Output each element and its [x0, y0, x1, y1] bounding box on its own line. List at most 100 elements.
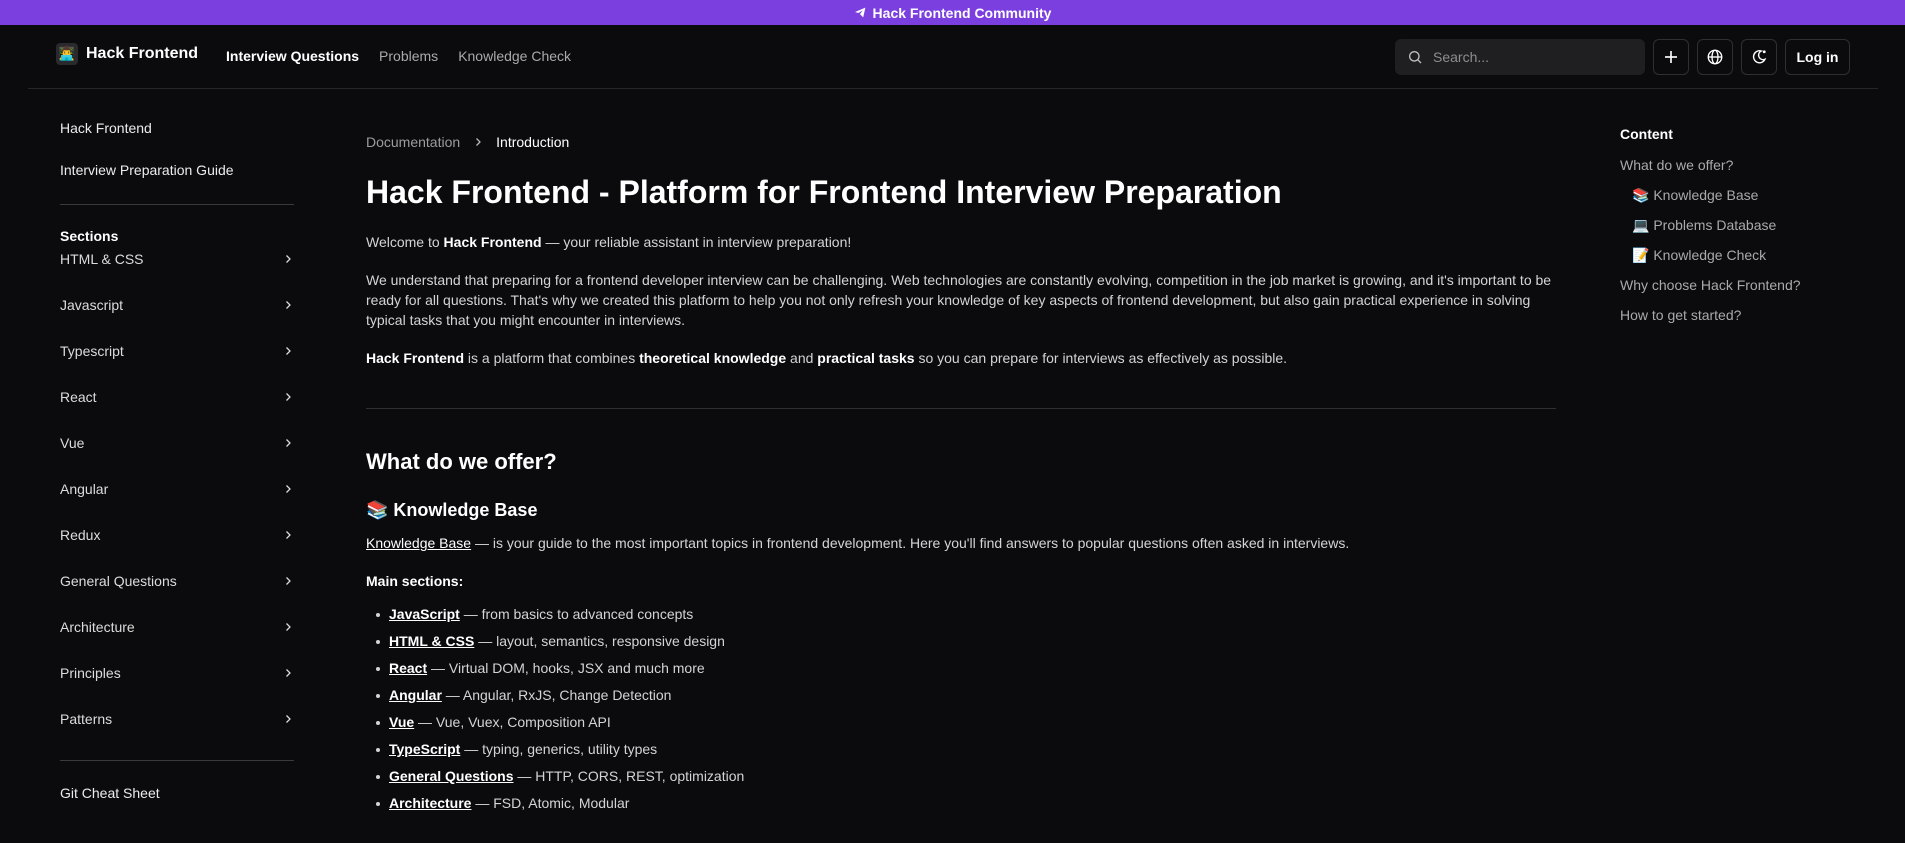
sidebar-item-label: Angular: [60, 481, 109, 497]
sidebar-item-label: Principles: [60, 665, 121, 681]
main-sections-label: Main sections:: [366, 571, 1556, 591]
chevron-right-icon: [286, 715, 291, 723]
sidebar: Hack Frontend Interview Preparation Guid…: [60, 120, 294, 805]
toc-title: Content: [1620, 126, 1673, 142]
section-desc: — Virtual DOM, hooks, JSX and much more: [427, 660, 705, 676]
section-link-javascript[interactable]: JavaScript: [389, 606, 460, 622]
brand-logo-link[interactable]: 👨‍💻 Hack Frontend: [56, 43, 198, 65]
list-item: Architecture — FSD, Atomic, Modular: [366, 790, 1556, 817]
chevron-right-icon: [286, 669, 291, 677]
sidebar-link-preparation-guide[interactable]: Interview Preparation Guide: [60, 162, 294, 182]
main-nav: Interview Questions Problems Knowledge C…: [226, 48, 571, 64]
section-link-general-questions[interactable]: General Questions: [389, 768, 513, 784]
list-item: HTML & CSS — layout, semantics, responsi…: [366, 628, 1556, 655]
chevron-right-icon: [286, 577, 291, 585]
sidebar-divider: [60, 760, 294, 761]
banner-text: Hack Frontend Community: [872, 4, 1052, 21]
toc-item-problems-database[interactable]: 💻 Problems Database: [1620, 210, 1860, 240]
knowledge-base-text: — is your guide to the most important to…: [471, 535, 1350, 551]
sidebar-sections-list: HTML & CSS Javascript Typescript React V…: [60, 236, 294, 742]
add-button[interactable]: [1653, 39, 1689, 75]
community-banner[interactable]: Hack Frontend Community: [0, 0, 1905, 25]
toc-item-how-to-start[interactable]: How to get started?: [1620, 300, 1860, 330]
sidebar-divider: [60, 204, 294, 205]
chevron-right-icon: [286, 393, 291, 401]
main-content: Documentation Introduction Hack Frontend…: [366, 132, 1556, 817]
chevron-right-icon: [476, 138, 482, 146]
language-button[interactable]: [1697, 39, 1733, 75]
sidebar-item-label: Vue: [60, 435, 85, 451]
globe-icon: [1707, 49, 1723, 65]
toc-item-why-choose[interactable]: Why choose Hack Frontend?: [1620, 270, 1860, 300]
breadcrumb-documentation[interactable]: Documentation: [366, 134, 460, 150]
section-desc: — Vue, Vuex, Composition API: [414, 714, 611, 730]
sidebar-link-git-cheat-sheet[interactable]: Git Cheat Sheet: [60, 785, 294, 805]
sidebar-item-vue[interactable]: Vue: [60, 420, 294, 466]
nav-knowledge-check[interactable]: Knowledge Check: [458, 48, 571, 64]
section-link-react[interactable]: React: [389, 660, 427, 676]
section-link-angular[interactable]: Angular: [389, 687, 442, 703]
platform-text: so you can prepare for interviews as eff…: [914, 350, 1288, 366]
chevron-right-icon: [286, 485, 291, 493]
chevron-right-icon: [286, 623, 291, 631]
knowledge-base-link[interactable]: Knowledge Base: [366, 535, 471, 551]
toc-item-knowledge-check[interactable]: 📝 Knowledge Check: [1620, 240, 1860, 270]
sidebar-item-javascript[interactable]: Javascript: [60, 282, 294, 328]
platform-text: is a platform that combines: [464, 350, 640, 366]
main-sections-bold: Main sections:: [366, 573, 464, 589]
sidebar-item-angular[interactable]: Angular: [60, 466, 294, 512]
sidebar-item-label: General Questions: [60, 573, 177, 589]
section-link-vue[interactable]: Vue: [389, 714, 414, 730]
section-link-architecture[interactable]: Architecture: [389, 795, 471, 811]
sidebar-item-patterns[interactable]: Patterns: [60, 696, 294, 742]
content-divider: [366, 408, 1556, 409]
sidebar-item-label: React: [60, 389, 97, 405]
welcome-paragraph: Welcome to Hack Frontend — your reliable…: [366, 232, 1556, 252]
list-item: TypeScript — typing, generics, utility t…: [366, 736, 1556, 763]
welcome-bold: Hack Frontend: [443, 234, 542, 250]
top-navigation: 👨‍💻 Hack Frontend Interview Questions Pr…: [28, 25, 1878, 89]
search-box[interactable]: [1395, 39, 1645, 75]
section-desc: — typing, generics, utility types: [460, 741, 658, 757]
sidebar-link-hack-frontend[interactable]: Hack Frontend: [60, 120, 294, 140]
nav-interview-questions[interactable]: Interview Questions: [226, 48, 359, 64]
list-item: Vue — Vue, Vuex, Composition API: [366, 709, 1556, 736]
sidebar-item-redux[interactable]: Redux: [60, 512, 294, 558]
sidebar-item-label: Javascript: [60, 297, 124, 313]
toc-item-knowledge-base[interactable]: 📚 Knowledge Base: [1620, 180, 1860, 210]
plus-icon: [1665, 51, 1677, 63]
sidebar-item-general-questions[interactable]: General Questions: [60, 558, 294, 604]
section-link-html-css[interactable]: HTML & CSS: [389, 633, 474, 649]
nav-problems[interactable]: Problems: [379, 48, 438, 64]
sidebar-item-react[interactable]: React: [60, 374, 294, 420]
intro-paragraph: We understand that preparing for a front…: [366, 272, 1552, 328]
section-desc: — HTTP, CORS, REST, optimization: [513, 768, 745, 784]
search-input[interactable]: [1433, 49, 1623, 65]
chevron-right-icon: [286, 301, 291, 309]
theme-toggle-button[interactable]: [1741, 39, 1777, 75]
section-link-typescript[interactable]: TypeScript: [389, 741, 460, 757]
list-item: React — Virtual DOM, hooks, JSX and much…: [366, 655, 1556, 682]
breadcrumb: Documentation Introduction: [366, 132, 1556, 152]
sidebar-item-principles[interactable]: Principles: [60, 650, 294, 696]
developer-avatar-icon: 👨‍💻: [56, 43, 78, 65]
sidebar-item-label: Redux: [60, 527, 101, 543]
practice-bold: practical tasks: [817, 350, 915, 366]
table-of-contents: Content What do we offer? 📚 Knowledge Ba…: [1620, 126, 1860, 330]
login-button[interactable]: Log in: [1785, 39, 1850, 75]
section-desc: — FSD, Atomic, Modular: [471, 795, 630, 811]
knowledge-base-paragraph: Knowledge Base — is your guide to the mo…: [366, 533, 1556, 553]
knowledge-base-heading: 📚 Knowledge Base: [366, 500, 538, 520]
section-desc: — from basics to advanced concepts: [459, 606, 694, 622]
theory-bold: theoretical knowledge: [639, 350, 787, 366]
platform-text: and: [786, 350, 818, 366]
page-title: Hack Frontend - Platform for Frontend In…: [366, 174, 1282, 210]
toc-item-what-do-we-offer[interactable]: What do we offer?: [1620, 150, 1860, 180]
sidebar-item-typescript[interactable]: Typescript: [60, 328, 294, 374]
welcome-text-end: — your reliable assistant in interview p…: [541, 234, 852, 250]
sidebar-item-label: Patterns: [60, 711, 113, 727]
list-item: JavaScript — from basics to advanced con…: [366, 601, 1556, 628]
moon-icon: [1752, 50, 1767, 64]
sidebar-item-architecture[interactable]: Architecture: [60, 604, 294, 650]
list-item: General Questions — HTTP, CORS, REST, op…: [366, 763, 1556, 790]
